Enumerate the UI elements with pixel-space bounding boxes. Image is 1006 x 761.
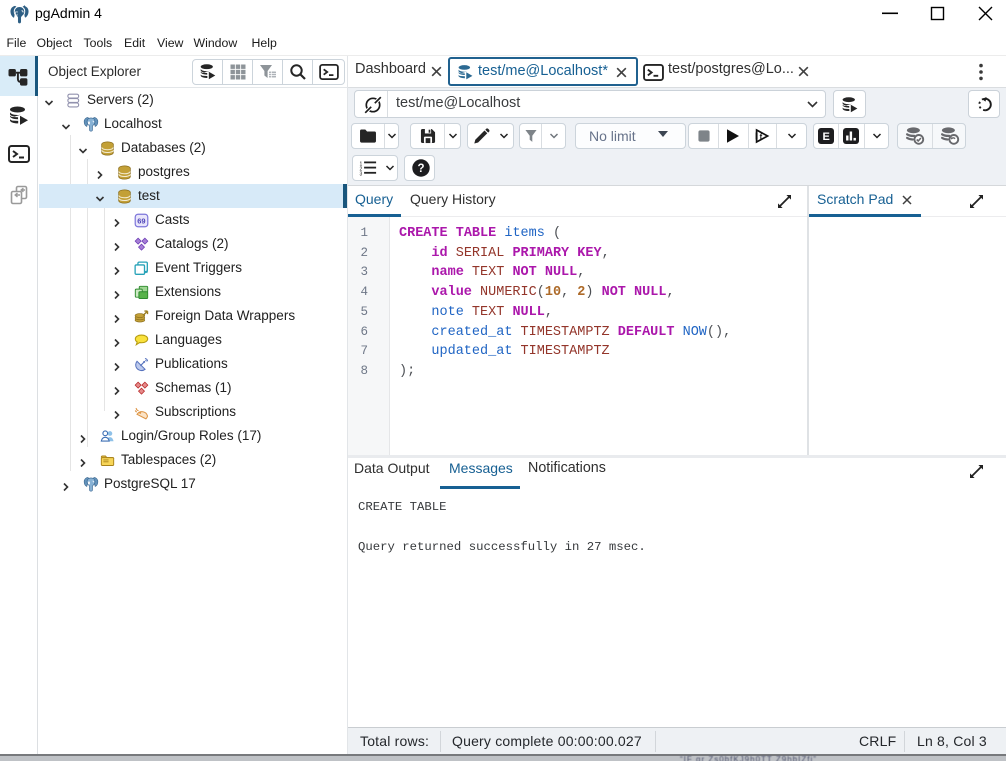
svg-text:3: 3 — [360, 172, 363, 176]
svg-text:69: 69 — [137, 217, 145, 226]
svg-text:?: ? — [417, 163, 424, 175]
svg-text:E: E — [823, 131, 830, 143]
